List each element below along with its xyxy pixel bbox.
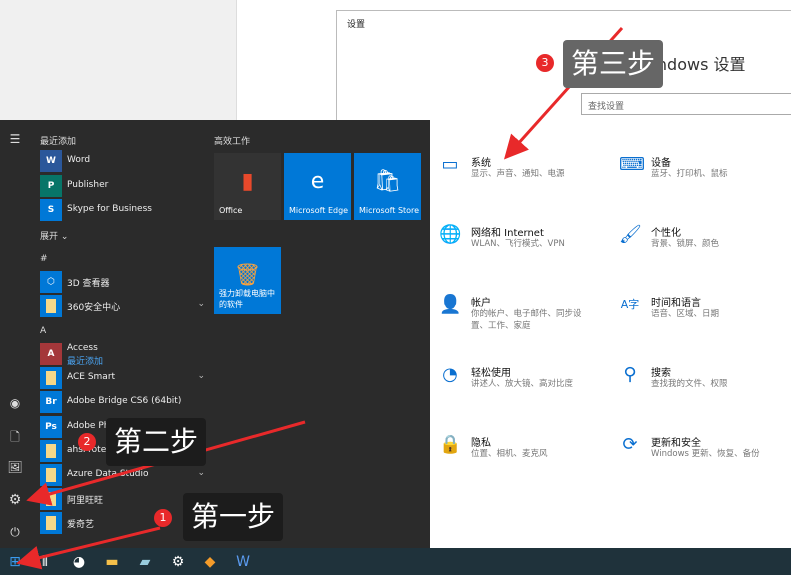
arrow-step1	[16, 526, 161, 570]
step2-badge: 2	[78, 433, 96, 451]
annotation-arrows	[16, 26, 624, 570]
step3-label: 第三步	[563, 40, 664, 88]
step1-label: 第一步	[183, 493, 284, 541]
step3-badge: 3	[536, 54, 554, 72]
step1-badge: 1	[154, 509, 172, 527]
step2-label: 第二步	[106, 418, 207, 466]
